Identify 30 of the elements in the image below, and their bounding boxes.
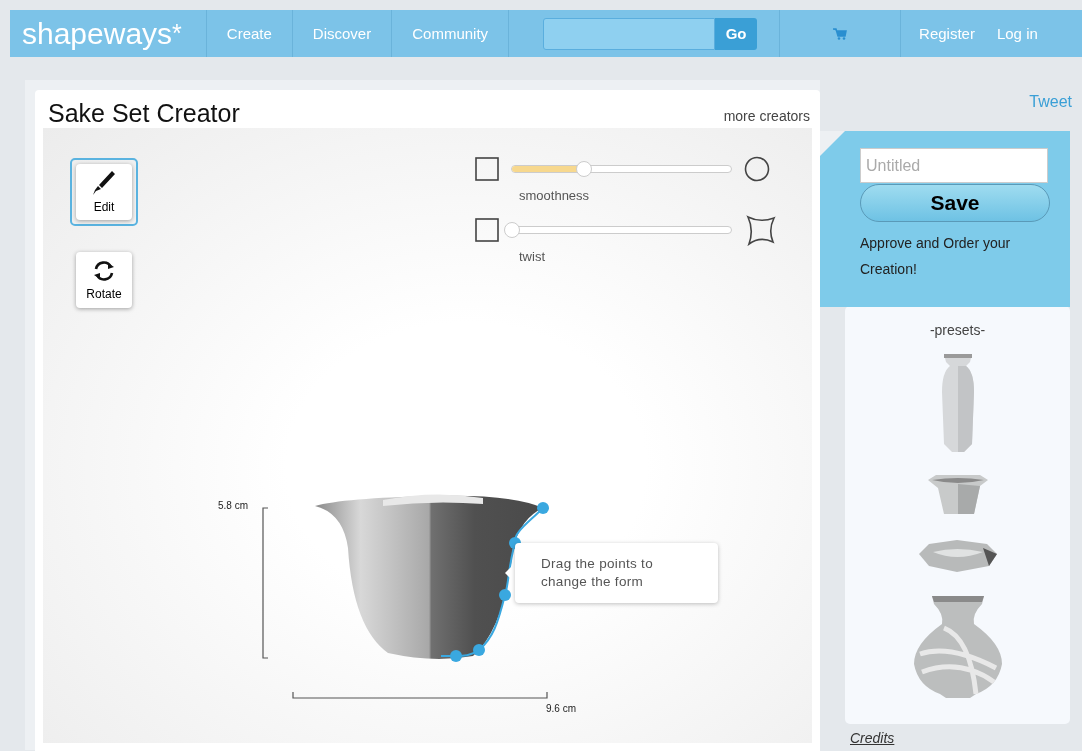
name-field[interactable]: Untitled <box>860 148 1048 183</box>
slider-thumb[interactable] <box>504 222 520 238</box>
tool-button[interactable]: Edit <box>70 158 138 226</box>
pen-icon <box>92 170 116 196</box>
presets-title: -presets- <box>929 322 986 338</box>
search-button[interactable]: Go <box>715 17 758 50</box>
nav-link[interactable]: Register <box>900 10 993 57</box>
slider-label: twist <box>519 249 546 264</box>
nav-link[interactable]: Log in <box>992 10 1046 57</box>
height-label: 5.8 cm <box>218 500 248 511</box>
nav-link[interactable]: Create <box>206 10 293 57</box>
dish-drawing[interactable] <box>916 538 999 574</box>
save-button[interactable]: Save <box>860 184 1050 222</box>
credits-link[interactable]: Credits <box>850 730 1082 746</box>
search-field[interactable] <box>543 17 716 50</box>
cart-icon[interactable] <box>833 27 848 40</box>
square-icon <box>475 157 499 181</box>
rotate-icon <box>92 259 116 283</box>
slider-thumb[interactable] <box>576 161 593 177</box>
nav-link[interactable]: Community <box>392 10 510 57</box>
tweet-link[interactable]: Tweet <box>1029 93 1072 111</box>
square-icon <box>475 218 499 242</box>
order-note: Approve and Order your Creation! <box>860 234 1012 279</box>
circle-icon <box>744 156 770 182</box>
more-creators-link[interactable]: more creators <box>723 108 810 128</box>
nav-link[interactable]: Discover <box>292 10 393 57</box>
slider-label: smoothness <box>519 188 591 203</box>
width-label: 9.6 cm <box>546 703 576 714</box>
creator-title: Sake Set Creator <box>48 99 240 128</box>
hint-text: Drag the points to change the form <box>541 555 654 591</box>
